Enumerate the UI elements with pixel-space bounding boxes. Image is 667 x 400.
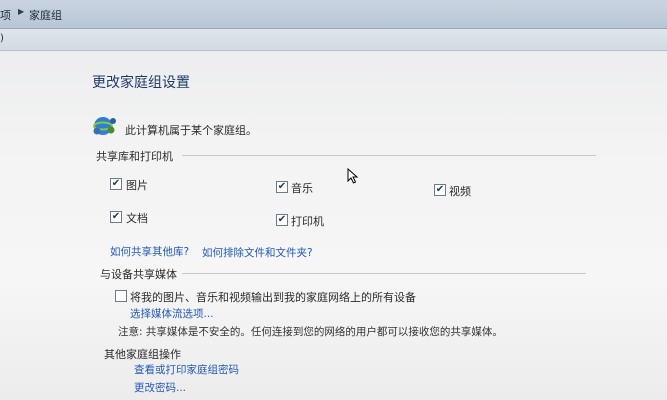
address-bar[interactable]: 项 ▶ 家庭组 — [0, 0, 667, 29]
videos-checkbox[interactable]: ✔ — [434, 184, 446, 196]
documents-label: 文档 — [126, 212, 148, 225]
media-stream-options-link[interactable]: 选择媒体流选项... — [130, 306, 214, 321]
mouse-cursor-icon — [347, 168, 359, 184]
breadcrumb-item-homegroup[interactable]: 家庭组 — [29, 7, 62, 23]
documents-checkbox[interactable]: ✔ — [110, 211, 122, 223]
media-security-note: 注意: 共享媒体是不安全的。任何连接到您的网络的用户都可以接收您的共享媒体。 — [118, 326, 503, 338]
music-label: 音乐 — [291, 182, 313, 195]
section-divider — [182, 273, 586, 274]
exclude-files-link[interactable]: 如何排除文件和文件夹? — [202, 245, 313, 260]
music-checkbox[interactable]: ✔ — [276, 181, 288, 193]
libraries-heading: 共享库和打印机 — [96, 150, 173, 163]
other-actions-heading: 其他家庭组操作 — [104, 348, 181, 361]
menu-bar: ) — [0, 29, 667, 51]
homegroup-icon — [93, 117, 116, 135]
breadcrumb-item-partial[interactable]: 项 — [0, 7, 11, 23]
view-password-link[interactable]: 查看或打印家庭组密码 — [134, 362, 239, 377]
page-title: 更改家庭组设置 — [92, 75, 190, 91]
homegroup-status-text: 此计算机属于某个家庭组。 — [125, 124, 257, 137]
printers-label: 打印机 — [291, 215, 324, 228]
pictures-checkbox[interactable]: ✔ — [110, 178, 122, 190]
media-stream-label: 将我的图片、音乐和视频输出到我的家庭网络上的所有设备 — [130, 291, 416, 304]
media-stream-checkbox[interactable] — [115, 290, 127, 302]
media-heading: 与设备共享媒体 — [100, 268, 177, 281]
chevron-right-icon[interactable]: ▶ — [18, 7, 24, 16]
menu-edge-icon[interactable]: ) — [0, 33, 4, 44]
share-other-libraries-link[interactable]: 如何共享其他库? — [110, 244, 189, 259]
pictures-label: 图片 — [126, 179, 148, 192]
videos-label: 视频 — [449, 185, 471, 198]
printers-checkbox[interactable]: ✔ — [276, 214, 288, 226]
change-password-link[interactable]: 更改密码... — [134, 380, 186, 395]
section-divider — [182, 155, 596, 156]
